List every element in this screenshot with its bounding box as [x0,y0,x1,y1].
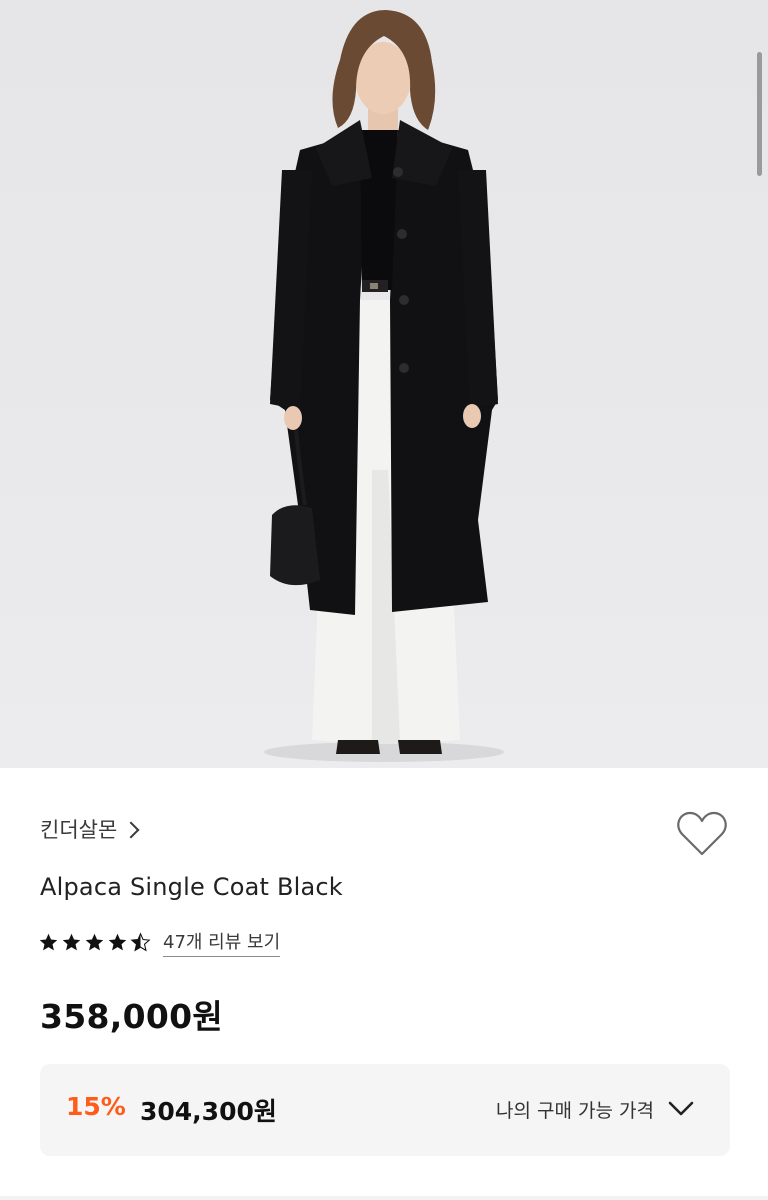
star-icon [108,933,127,951]
scrollbar[interactable] [757,52,762,176]
discount-rate: 15% [66,1092,126,1121]
star-rating [38,932,153,953]
discount-price: 304,300원 [140,1097,277,1126]
model-illustration [264,10,504,762]
brand-link[interactable]: 킨더살몬 [40,814,140,844]
section-divider [0,1196,768,1200]
wishlist-heart-icon[interactable] [676,810,728,858]
my-price-dropdown[interactable]: 15% 304,300원 나의 구매 가능 가격 [40,1064,730,1156]
star-icon [39,933,58,951]
chevron-right-icon [122,821,140,838]
brand-name: 킨더살몬 [40,818,118,842]
star-icon [62,933,81,951]
star-icon [85,933,104,951]
rating-row: 47개 리뷰 보기 [38,928,281,957]
product-detail-page: 킨더살몬 Alpaca Single Coat Black 47개 리뷰 보기 … [0,0,768,1200]
product-price: 358,000원 [40,997,224,1036]
star-half-icon [130,932,151,952]
product-title: Alpaca Single Coat Black [40,873,343,901]
product-photo[interactable] [0,0,768,768]
my-price-label: 나의 구매 가능 가격 [496,1100,654,1122]
chevron-down-icon [668,1101,694,1116]
review-link[interactable]: 47개 리뷰 보기 [163,928,281,957]
